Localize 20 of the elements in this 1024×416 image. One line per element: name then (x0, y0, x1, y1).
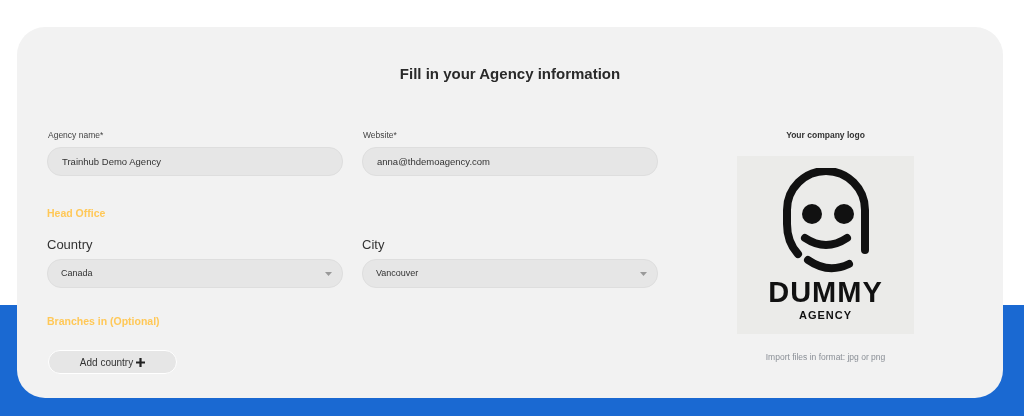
logo-label: Your company logo (786, 129, 865, 142)
caret-icon (325, 271, 332, 276)
format-hint: Import files in format: jpg or png (765, 350, 886, 364)
plus-icon (136, 357, 146, 367)
field-label: Country (47, 235, 93, 254)
city-select[interactable]: Vancouver (362, 259, 658, 289)
section-heading: Head Office (47, 205, 106, 221)
logo-subtitle: AGENCY (798, 309, 853, 321)
country-select[interactable]: Canada (47, 259, 343, 289)
logo-wordmark: DUMMY (768, 277, 883, 307)
field-label: Agency name* (48, 129, 104, 142)
form-title: Fill in your Agency information (398, 65, 622, 83)
logo-image[interactable]: DUMMY AGENCY (737, 155, 914, 334)
agency-name-field[interactable]: Trainhub Demo Agency (47, 146, 343, 176)
field-label: Website* (363, 129, 397, 142)
field-label: City (362, 235, 385, 254)
caret-icon (640, 271, 647, 276)
add-country-button[interactable]: Add country (48, 350, 177, 375)
website-field[interactable]: anna@thdemoagency.com (362, 146, 658, 176)
section-heading: Branches in (Optional) (47, 314, 160, 330)
